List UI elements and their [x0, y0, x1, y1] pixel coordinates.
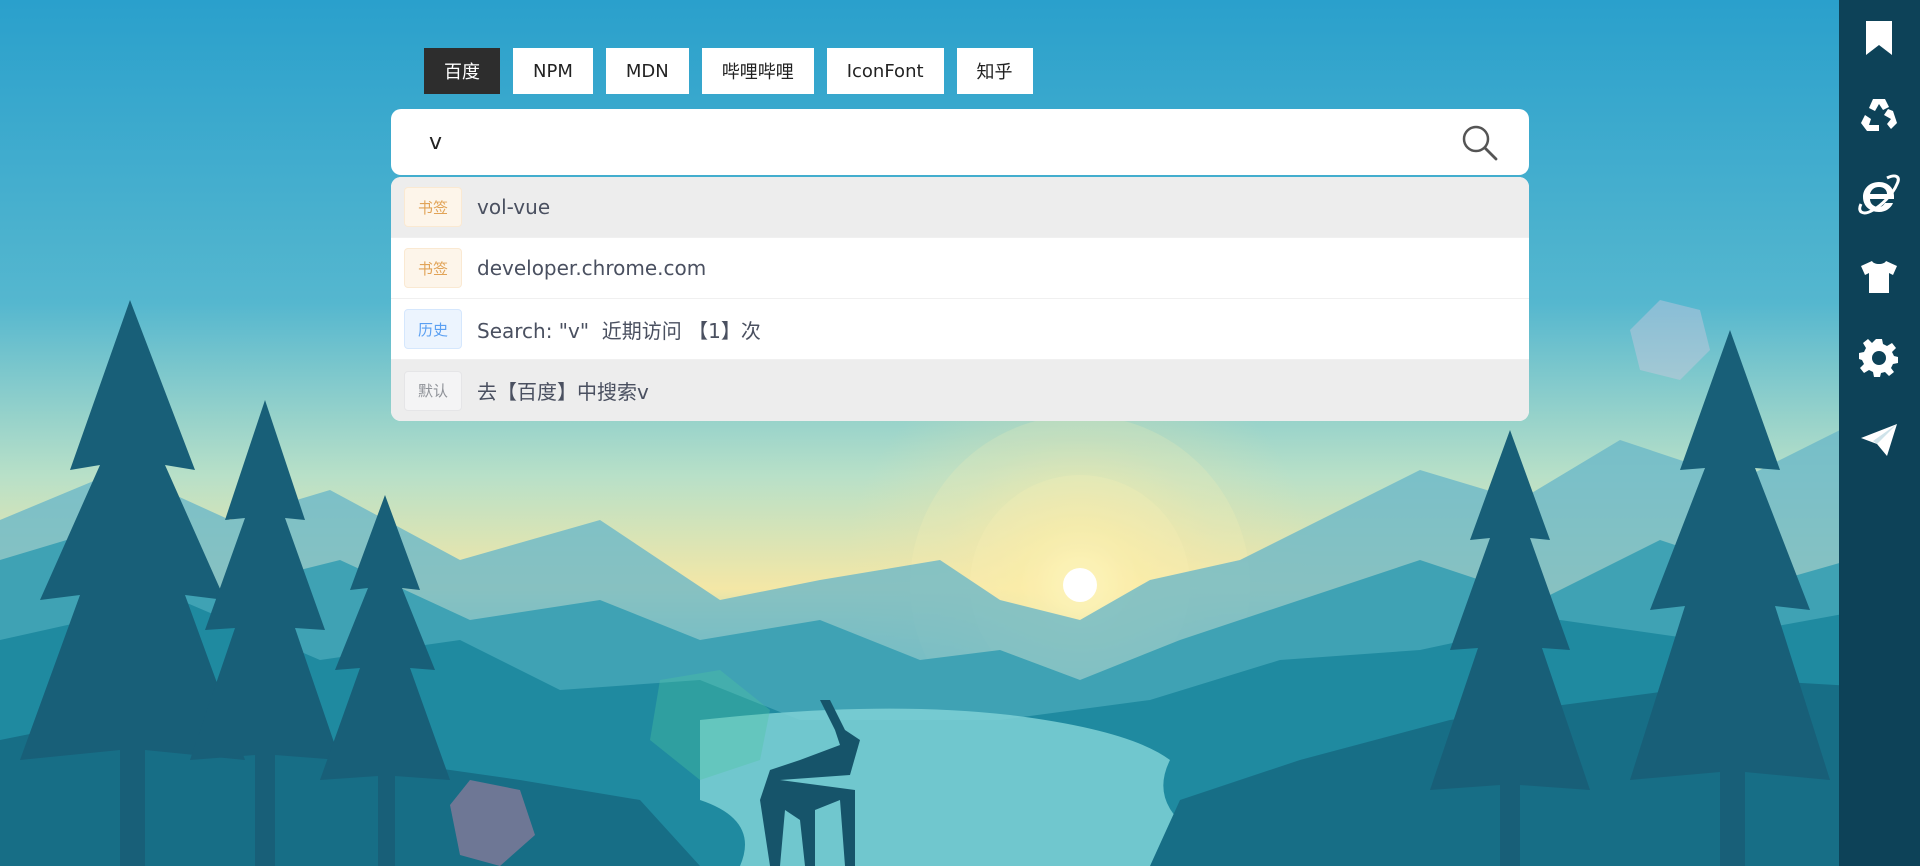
suggestion-item[interactable]: 书签 vol-vue [391, 177, 1529, 238]
suggestion-text: vol-vue [477, 195, 551, 219]
search-engine-tabs: 百度 NPM MDN 哔哩哔哩 IconFont 知乎 [424, 48, 1046, 94]
recycle-button[interactable] [1857, 93, 1901, 137]
engine-tab-mdn[interactable]: MDN [605, 48, 689, 94]
suggestion-text: developer.chrome.com [477, 256, 707, 280]
bookmark-tag: 书签 [404, 248, 462, 288]
search-box [391, 109, 1529, 175]
suggestion-text: 去【百度】中搜索v [477, 380, 649, 404]
engine-tab-iconfont[interactable]: IconFont [826, 48, 944, 94]
engine-tab-npm[interactable]: NPM [513, 48, 593, 94]
history-tag: 历史 [404, 309, 462, 349]
engine-tab-baidu[interactable]: 百度 [424, 48, 500, 94]
paper-plane-icon [1861, 424, 1897, 456]
send-button[interactable] [1857, 418, 1901, 462]
browser-button[interactable] [1857, 174, 1901, 218]
suggestion-item[interactable]: 历史 Search: "v" 近期访问 【1】次 [391, 299, 1529, 360]
bookmark-icon [1866, 21, 1892, 55]
search-icon[interactable] [1461, 124, 1499, 162]
recycle-icon [1861, 99, 1897, 131]
engine-tab-bilibili[interactable]: 哔哩哔哩 [701, 48, 814, 94]
search-input[interactable] [427, 121, 1431, 163]
ie-browser-icon [1858, 174, 1900, 215]
engine-tab-zhihu[interactable]: 知乎 [956, 48, 1033, 94]
default-tag: 默认 [404, 370, 462, 411]
bookmark-tag: 书签 [404, 187, 462, 227]
suggestion-text: Search: "v" 近期访问 【1】次 [477, 318, 761, 343]
settings-button[interactable] [1857, 336, 1901, 380]
gear-icon [1859, 339, 1898, 377]
right-sidebar [1839, 0, 1920, 866]
suggestion-item[interactable]: 书签 developer.chrome.com [391, 238, 1529, 299]
suggestion-list: 书签 vol-vue 书签 developer.chrome.com 历史 Se… [391, 177, 1529, 421]
suggestion-item[interactable]: 默认 去【百度】中搜索v [391, 360, 1529, 421]
bookmark-button[interactable] [1857, 16, 1901, 60]
tshirt-icon [1861, 261, 1897, 293]
theme-button[interactable] [1857, 255, 1901, 299]
